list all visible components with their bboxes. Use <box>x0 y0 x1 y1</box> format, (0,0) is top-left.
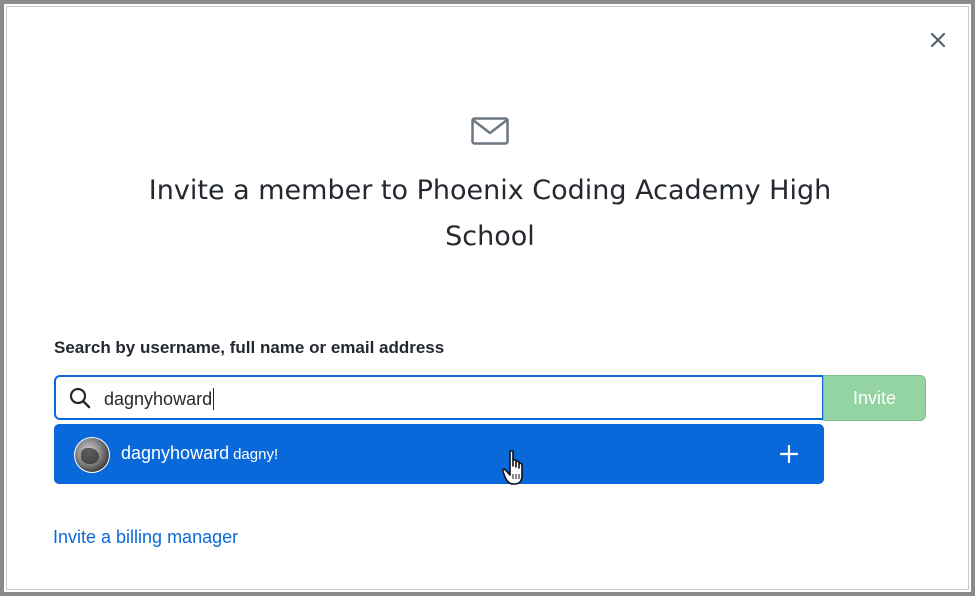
search-input[interactable]: dagnyhoward <box>54 375 824 420</box>
suggestion-full-name: dagny! <box>233 446 279 463</box>
dialog-frame <box>0 0 975 596</box>
add-member-button[interactable] <box>776 441 802 467</box>
invite-button[interactable]: Invite <box>823 375 926 421</box>
close-button[interactable] <box>924 26 952 54</box>
search-input-value: dagnyhoward <box>104 387 215 410</box>
hand-pointer-cursor-icon <box>501 449 532 493</box>
search-label: Search by username, full name or email a… <box>54 338 445 357</box>
text-caret <box>213 387 215 410</box>
invite-billing-manager-link[interactable]: Invite a billing manager <box>53 527 238 548</box>
dialog-title: Invite a member to Phoenix Coding Academ… <box>148 175 832 252</box>
close-icon <box>930 32 946 48</box>
plus-icon <box>779 444 799 464</box>
dialog-inner-border <box>6 6 969 590</box>
avatar <box>74 437 110 473</box>
mail-icon <box>471 117 509 149</box>
search-icon <box>68 386 92 414</box>
suggestion-item[interactable]: dagnyhoward dagny! <box>54 424 824 484</box>
suggestion-username: dagnyhoward dagny! <box>121 443 279 463</box>
